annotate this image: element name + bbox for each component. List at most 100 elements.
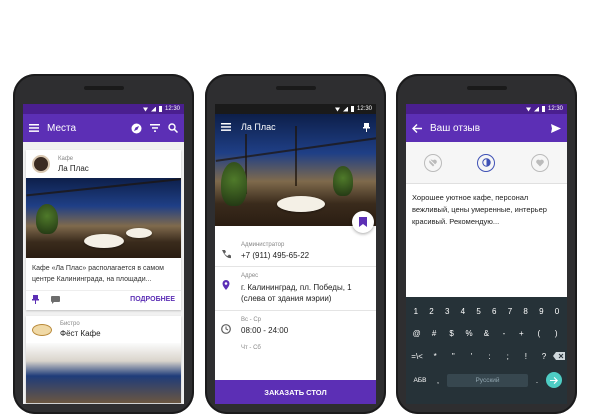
key-digit[interactable]: 2 xyxy=(426,301,438,321)
detail-label: Администратор xyxy=(241,242,285,248)
phone-icon xyxy=(222,250,231,259)
key-abc[interactable]: АБВ xyxy=(411,377,429,384)
key-period[interactable]: . xyxy=(532,376,542,385)
key-digit[interactable]: 0 xyxy=(551,301,563,321)
battery-icon xyxy=(158,106,162,112)
like-button[interactable] xyxy=(531,153,550,172)
key-space[interactable]: Русский xyxy=(447,373,528,387)
key-symbol[interactable]: =\< xyxy=(411,346,423,366)
key-digit[interactable]: 1 xyxy=(410,301,422,321)
screen-place-detail: 12:30 Ла Плас Администратор +7 (911) 495… xyxy=(215,104,376,404)
place-description: Кафе «Ла Плас» располагается в самом цен… xyxy=(32,265,164,283)
key-digit[interactable]: 8 xyxy=(520,301,532,321)
key-symbol[interactable]: & xyxy=(480,323,492,343)
phone-frame-list: 12:30 Места Кафе Ла Плас Кафе «Ла Плас» … xyxy=(13,74,194,414)
key-symbol[interactable]: " xyxy=(447,346,459,366)
key-symbol[interactable]: $ xyxy=(446,323,458,343)
compass-icon[interactable] xyxy=(131,123,142,134)
details-list: Администратор +7 (911) 495-65-22 Адрес г… xyxy=(215,226,376,357)
wifi-icon xyxy=(525,107,531,112)
signal-icon xyxy=(342,106,348,112)
key-symbol[interactable]: ? xyxy=(538,346,550,366)
key-digit[interactable]: 4 xyxy=(457,301,469,321)
dislike-button[interactable] xyxy=(423,153,442,172)
status-bar: 12:30 xyxy=(215,104,376,114)
screen-places-list: 12:30 Места Кафе Ла Плас Кафе «Ла Плас» … xyxy=(23,104,184,404)
search-icon[interactable] xyxy=(168,123,178,133)
bookmark-icon xyxy=(359,217,367,227)
bookmark-fab[interactable] xyxy=(352,211,374,233)
key-comma[interactable]: , xyxy=(433,376,443,385)
page-title: Ваш отзыв xyxy=(430,122,481,134)
place-name: Фёст Кафе xyxy=(60,329,101,338)
review-text-field[interactable]: Хорошее уютное кафе, персонал вежливый, … xyxy=(406,184,567,298)
key-symbol[interactable]: + xyxy=(515,323,527,343)
key-symbol[interactable]: : xyxy=(484,346,496,366)
more-button[interactable]: ПОДРОБНЕЕ xyxy=(130,296,175,303)
phone-frame-detail: 12:30 Ла Плас Администратор +7 (911) 495… xyxy=(205,74,386,414)
keyboard-row-digits: 1234567890 xyxy=(408,301,565,323)
status-bar: 12:30 xyxy=(406,104,567,114)
key-symbol[interactable]: ) xyxy=(550,323,562,343)
detail-value: 08:00 - 24:00 xyxy=(241,326,289,335)
place-photo xyxy=(26,343,181,403)
keyboard: 1234567890 @ # $% & - + () =\< * " ':;!? АБВ , Ру… xyxy=(406,297,567,404)
filter-icon[interactable] xyxy=(150,124,160,132)
detail-label: Вс - Ср xyxy=(241,317,262,323)
detail-value: +7 (911) 495-65-22 xyxy=(241,251,310,260)
screen-review: 12:30 Ваш отзыв Хорошее уютное кафе, пер… xyxy=(406,104,567,404)
pin-icon[interactable] xyxy=(32,295,39,304)
key-symbol[interactable]: ! xyxy=(520,346,532,366)
page-title: Места xyxy=(47,122,77,134)
place-category: Кафе xyxy=(58,155,74,162)
arrow-right-icon xyxy=(550,376,558,384)
detail-row-phone[interactable]: Администратор +7 (911) 495-65-22 xyxy=(215,236,376,267)
key-symbol[interactable]: ' xyxy=(465,346,477,366)
key-symbol[interactable]: * xyxy=(429,346,441,366)
card-actions: ПОДРОБНЕЕ xyxy=(26,290,181,310)
app-bar: Ла Плас xyxy=(215,114,376,140)
place-card[interactable]: Кафе Ла Плас Кафе «Ла Плас» располагаетс… xyxy=(26,150,181,310)
menu-icon[interactable] xyxy=(221,123,231,131)
detail-label: Чт - Сб xyxy=(241,345,261,351)
key-digit[interactable]: 7 xyxy=(504,301,516,321)
place-name: Ла Плас xyxy=(58,163,89,173)
back-arrow-icon[interactable] xyxy=(412,123,422,133)
heart-icon xyxy=(536,159,544,166)
place-category: Бистро xyxy=(60,321,80,327)
comment-icon[interactable] xyxy=(51,295,60,304)
key-digit[interactable]: 5 xyxy=(473,301,485,321)
clock-icon xyxy=(221,324,231,334)
detail-value: г. Калининград, пл. Победы, 1 (слева от … xyxy=(241,283,352,303)
status-bar: 12:30 xyxy=(23,104,184,114)
app-bar: Ваш отзыв xyxy=(406,114,567,142)
place-card[interactable]: Бистро Фёст Кафе xyxy=(26,316,181,403)
key-symbol[interactable]: ( xyxy=(533,323,545,343)
menu-icon[interactable] xyxy=(29,124,39,132)
wifi-icon xyxy=(142,107,148,112)
key-digit[interactable]: 3 xyxy=(441,301,453,321)
battery-icon xyxy=(541,106,545,112)
key-symbol[interactable]: @ xyxy=(411,323,423,343)
order-table-button[interactable]: ЗАКАЗАТЬ СТОЛ xyxy=(215,380,376,404)
signal-icon xyxy=(150,106,156,112)
key-enter[interactable] xyxy=(546,372,562,388)
app-bar: Места xyxy=(23,114,184,142)
hero-photo: Ла Плас xyxy=(215,114,376,226)
location-icon xyxy=(222,280,230,290)
send-icon[interactable] xyxy=(551,123,561,133)
neutral-button[interactable] xyxy=(477,153,496,172)
pin-icon[interactable] xyxy=(363,122,370,132)
key-symbol[interactable]: - xyxy=(498,323,510,343)
key-symbol[interactable]: ; xyxy=(502,346,514,366)
detail-row-address[interactable]: Адрес г. Калининград, пл. Победы, 1 (сле… xyxy=(215,267,376,311)
key-digit[interactable]: 9 xyxy=(535,301,547,321)
place-logo xyxy=(32,323,52,336)
key-symbol[interactable]: % xyxy=(463,323,475,343)
place-photo xyxy=(26,178,181,258)
backspace-icon[interactable] xyxy=(553,352,565,360)
key-symbol[interactable]: # xyxy=(428,323,440,343)
key-digit[interactable]: 6 xyxy=(488,301,500,321)
speaker-grill xyxy=(83,86,124,90)
place-logo xyxy=(32,155,50,173)
